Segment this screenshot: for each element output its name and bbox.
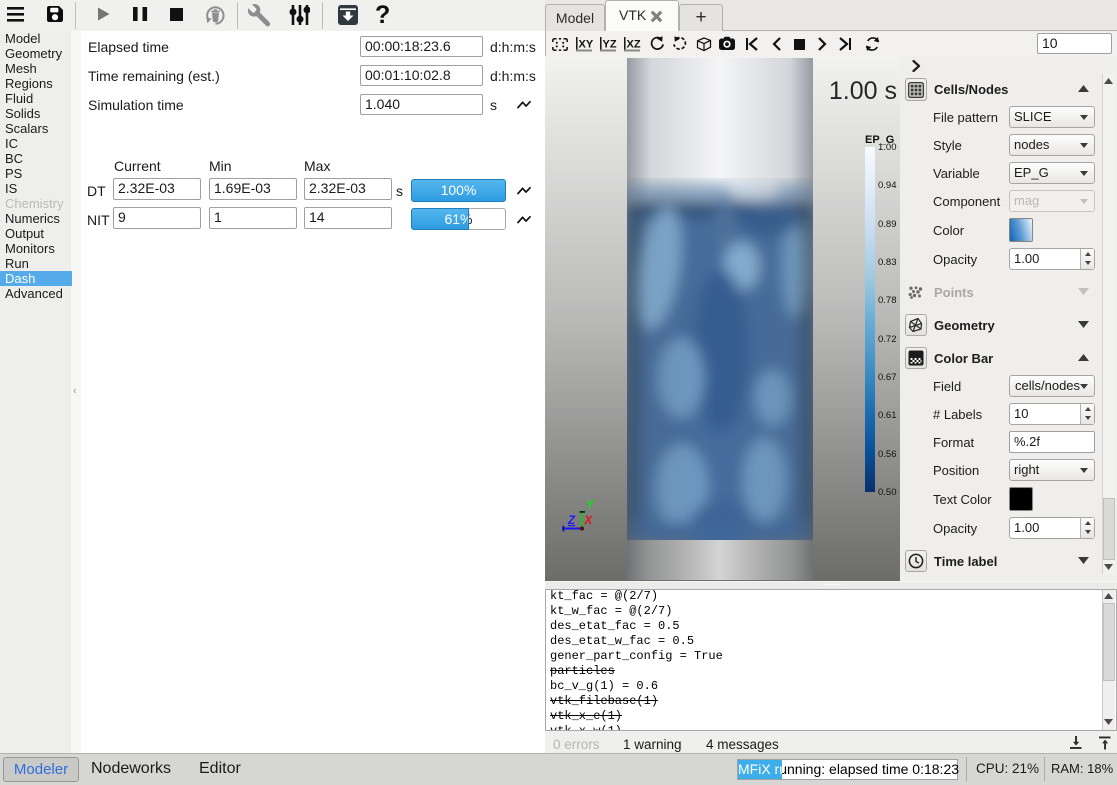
- svg-text:1.00 s: 1.00 s: [829, 77, 897, 105]
- svg-text:XY: XY: [579, 39, 594, 51]
- svg-text:1.00: 1.00: [878, 142, 897, 153]
- svg-text:Y: Y: [586, 500, 595, 512]
- svg-text:0.83: 0.83: [878, 257, 897, 268]
- svg-text:0.50: 0.50: [878, 487, 897, 498]
- svg-text:0.56: 0.56: [878, 449, 897, 460]
- svg-text:YZ: YZ: [603, 39, 617, 51]
- svg-text:0.94: 0.94: [878, 180, 897, 191]
- svg-text:XZ: XZ: [627, 39, 641, 51]
- svg-text:0.67: 0.67: [878, 372, 897, 383]
- svg-text:0.89: 0.89: [878, 219, 897, 230]
- svg-text:0.61: 0.61: [878, 410, 897, 421]
- svg-text:X: X: [584, 515, 594, 527]
- svg-text:Z: Z: [567, 515, 576, 527]
- svg-text:0.72: 0.72: [878, 334, 897, 345]
- svg-text:0.78: 0.78: [878, 295, 897, 306]
